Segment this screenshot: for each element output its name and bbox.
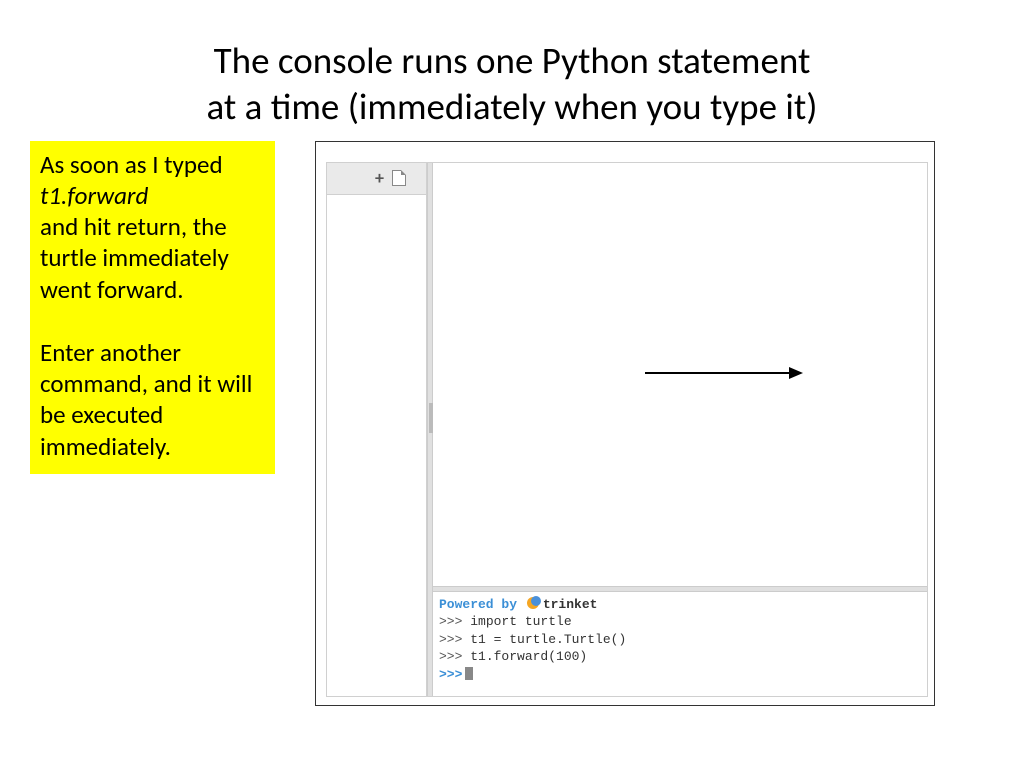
tab-bar: + <box>327 163 426 195</box>
code-editor[interactable] <box>327 195 426 696</box>
note-line-3: and hit return, the turtle immediately w… <box>40 211 265 305</box>
annotation-box: As soon as I typed t1.forward and hit re… <box>30 141 275 474</box>
turtle-canvas <box>433 163 927 586</box>
title-line-2: at a time (immediately when you type it) <box>207 84 818 129</box>
prompt: >>> <box>439 614 462 629</box>
prompt: >>> <box>439 632 462 647</box>
title-line-1: The console runs one Python statement <box>214 38 811 83</box>
console-line: >>> t1 = turtle.Turtle() <box>439 631 921 649</box>
console-line: >>> import turtle <box>439 613 921 631</box>
prompt: >>> <box>439 649 462 664</box>
console-powered-by: Powered by trinket <box>439 596 921 614</box>
console-code: t1 = turtle.Turtle() <box>470 632 626 647</box>
output-panel: Powered by trinket >>> import turtle >>>… <box>433 163 927 696</box>
trinket-logo-icon <box>527 596 541 610</box>
console-line: >>> t1.forward(100) <box>439 648 921 666</box>
note-line-4: Enter another command, and it will be ex… <box>40 337 265 462</box>
trinket-screenshot: + Powered by trinket <box>315 141 935 706</box>
trinket-app: + Powered by trinket <box>326 162 928 697</box>
powered-by-label: Powered by <box>439 597 517 612</box>
file-icon[interactable] <box>392 170 406 186</box>
add-tab-icon[interactable]: + <box>375 169 384 187</box>
content-row: As soon as I typed t1.forward and hit re… <box>0 131 1024 706</box>
python-console[interactable]: Powered by trinket >>> import turtle >>>… <box>433 592 927 696</box>
console-active-prompt: >>> <box>439 666 921 684</box>
editor-panel: + <box>327 163 427 696</box>
brand-name: trinket <box>543 597 598 612</box>
console-code: t1.forward(100) <box>470 649 587 664</box>
note-line-1: As soon as I typed <box>40 149 265 180</box>
turtle-path-arrow <box>643 363 813 383</box>
cursor-icon <box>465 667 473 680</box>
slide-title: The console runs one Python statement at… <box>0 0 1024 131</box>
note-code-ref: t1.forward <box>40 180 265 211</box>
console-code: import turtle <box>470 614 571 629</box>
prompt-active: >>> <box>439 667 462 682</box>
